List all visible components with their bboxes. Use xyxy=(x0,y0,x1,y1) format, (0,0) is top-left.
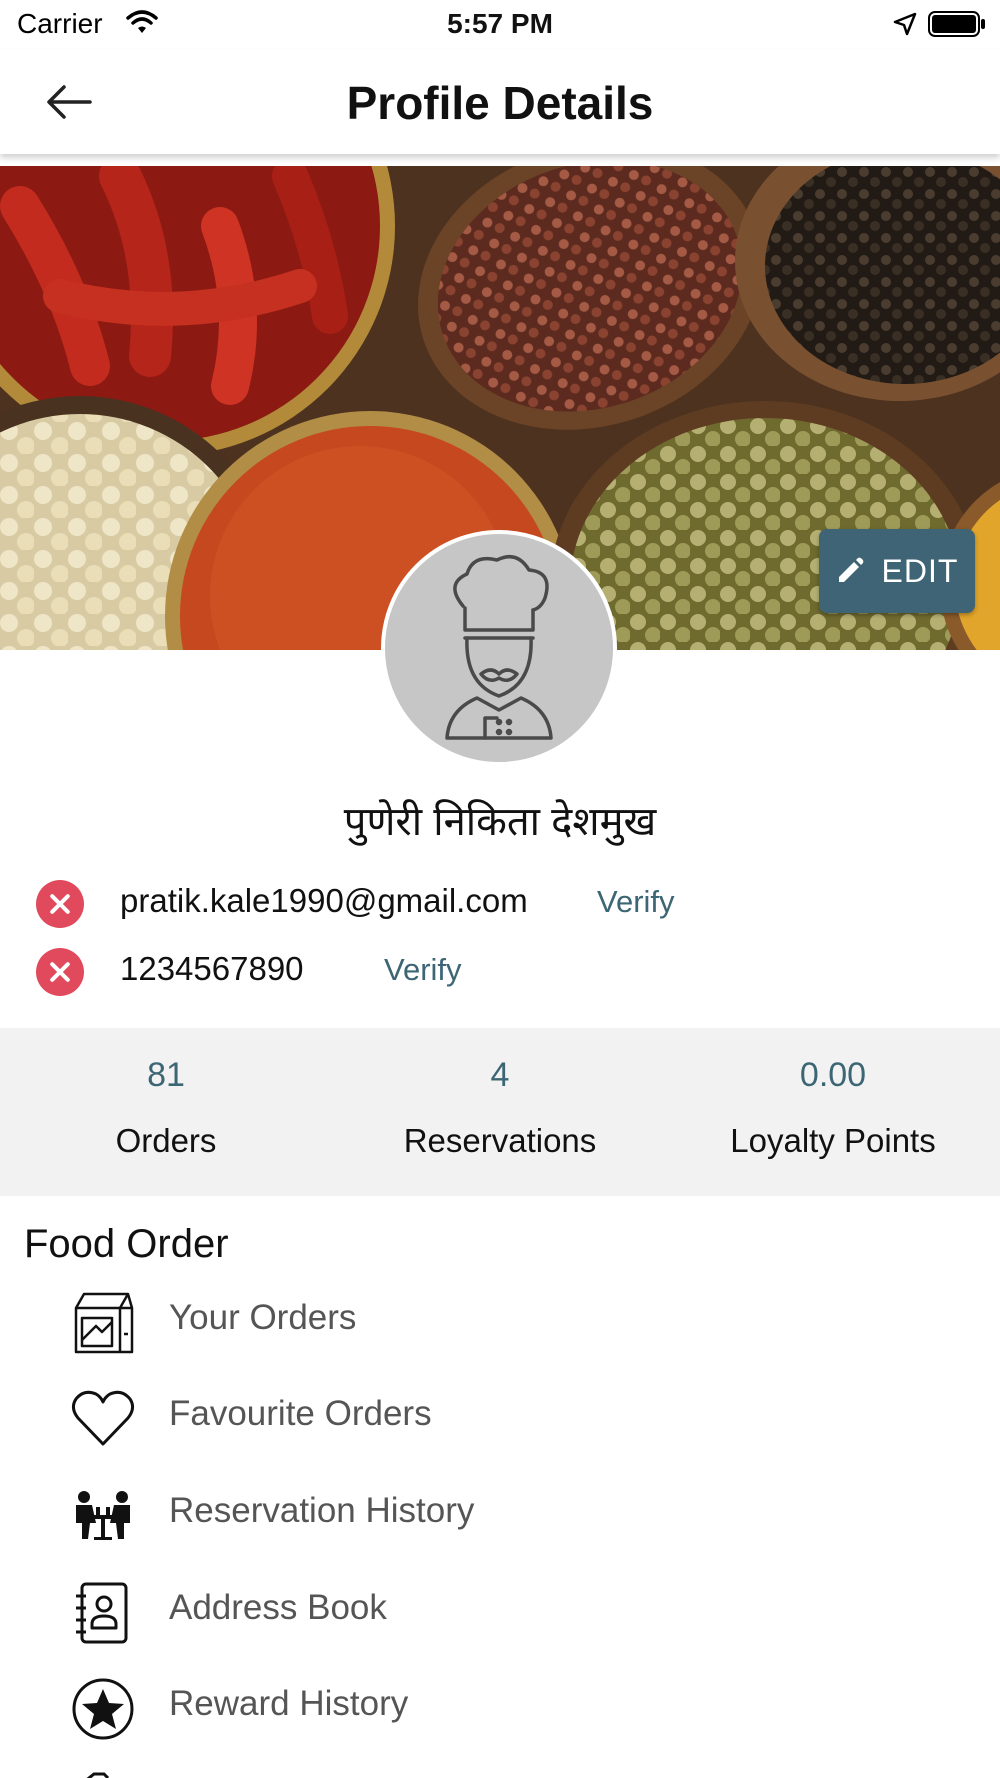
unverified-x-icon xyxy=(36,948,84,996)
orders-bag-icon xyxy=(74,1292,134,1354)
edit-label: EDIT xyxy=(881,552,959,589)
battery-icon xyxy=(928,11,985,37)
menu-item-address-book[interactable]: Address Book xyxy=(0,1568,1000,1652)
stat-value: 4 xyxy=(490,1056,510,1094)
menu-item-reward-history[interactable]: Reward History xyxy=(0,1664,1000,1748)
stat-label: Orders xyxy=(115,1122,217,1159)
page-title: Profile Details xyxy=(346,77,654,129)
stat-orders[interactable]: 81 Orders xyxy=(16,1056,316,1160)
clock: 5:57 PM xyxy=(447,8,553,39)
partial-icon xyxy=(86,1772,110,1778)
heart-icon xyxy=(71,1390,135,1446)
menu-label: Your Orders xyxy=(169,1298,357,1337)
menu-item-reservation-history[interactable]: Reservation History xyxy=(0,1471,1000,1555)
unverified-x-icon xyxy=(36,880,84,928)
menu-item-favourite-orders[interactable]: Favourite Orders xyxy=(0,1374,1000,1458)
menu-item-next-partial[interactable] xyxy=(0,1762,1000,1778)
menu-label: Reservation History xyxy=(169,1491,475,1530)
phone-row xyxy=(36,946,84,998)
avatar[interactable] xyxy=(381,530,617,766)
dining-table-icon xyxy=(76,1491,130,1540)
chef-avatar-icon xyxy=(445,554,553,740)
user-name: पुणेरी निकिता देशमुख xyxy=(343,800,657,844)
edit-profile-button[interactable]: EDIT xyxy=(819,529,975,613)
stat-label: Reservations xyxy=(403,1122,597,1159)
star-circle-icon xyxy=(72,1678,134,1740)
email-row xyxy=(36,878,84,930)
stat-reservations[interactable]: 4 Reservations xyxy=(350,1056,650,1160)
location-arrow-icon xyxy=(893,12,917,36)
verify-email-link[interactable]: Verify xyxy=(597,884,675,920)
stat-loyalty-points[interactable]: 0.00 Loyalty Points xyxy=(683,1056,983,1160)
menu-item-your-orders[interactable]: Your Orders xyxy=(0,1278,1000,1362)
address-book-icon xyxy=(76,1582,128,1644)
phone-value: 1234567890 xyxy=(120,950,304,987)
email-value: pratik.kale1990@gmail.com xyxy=(120,882,528,919)
pencil-icon xyxy=(838,557,863,582)
menu-label: Address Book xyxy=(169,1588,387,1627)
nav-bar: Profile Details xyxy=(0,50,1000,154)
stat-value: 81 xyxy=(147,1056,185,1094)
stat-label: Loyalty Points xyxy=(730,1122,936,1159)
section-title-food-order: Food Order xyxy=(24,1222,229,1266)
status-bar: Carrier 5:57 PM xyxy=(0,0,1000,50)
menu-label: Favourite Orders xyxy=(169,1394,432,1433)
verify-phone-link[interactable]: Verify xyxy=(384,952,462,988)
menu-label: Reward History xyxy=(169,1684,409,1723)
stat-value: 0.00 xyxy=(799,1056,867,1094)
stats-bar: 81 Orders 4 Reservations 0.00 Loyalty Po… xyxy=(0,1028,1000,1196)
